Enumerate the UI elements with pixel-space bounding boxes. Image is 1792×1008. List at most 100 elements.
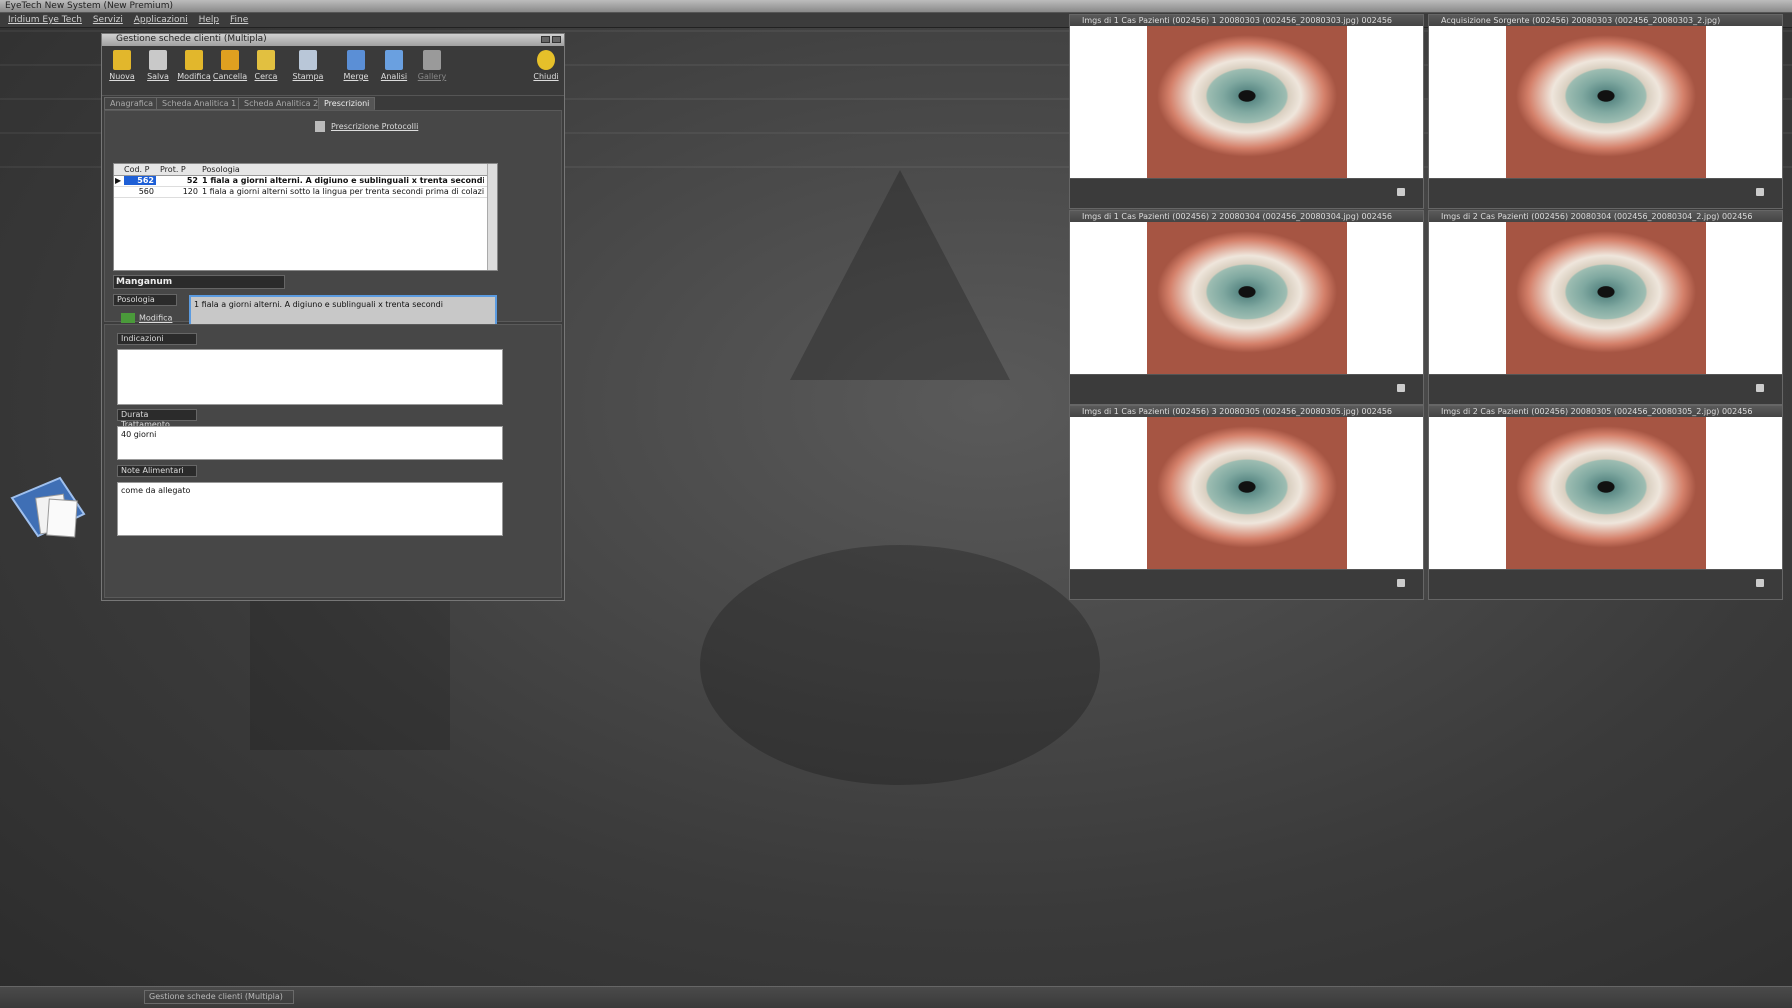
- gallery-button[interactable]: Gallery: [414, 50, 450, 81]
- lock-icon[interactable]: [1397, 188, 1405, 196]
- menu-iridium[interactable]: Iridium Eye Tech: [8, 15, 82, 25]
- tab-scheda-analitica-1[interactable]: Scheda Analitica 1: [156, 97, 243, 110]
- iris-image-pane[interactable]: Imgs di 1 Cas Pazienti (002456) 2 200803…: [1069, 210, 1424, 405]
- tab-scheda-analitica-2[interactable]: Scheda Analitica 2: [238, 97, 325, 110]
- gallery-icon: [423, 50, 441, 70]
- iris-image-pane[interactable]: Imgs di 2 Cas Pazienti (002456) 20080305…: [1428, 405, 1783, 600]
- client-records-window: Gestione schede clienti (Multipla) Nuova…: [101, 33, 565, 601]
- delete-button[interactable]: Cancella: [212, 50, 248, 81]
- pane-footer: [1429, 374, 1782, 404]
- table-scrollbar[interactable]: [487, 164, 497, 270]
- analysis-icon: [385, 50, 403, 70]
- pane-footer: [1070, 569, 1423, 599]
- search-icon: [257, 50, 275, 70]
- note-field[interactable]: come da allegato: [117, 482, 503, 536]
- background-ellipse: [700, 545, 1100, 785]
- durata-label: Durata Trattamento: [117, 409, 197, 429]
- analysis-button[interactable]: Analisi: [376, 50, 412, 81]
- pane-titlebar: Imgs di 2 Cas Pazienti (002456) 20080305…: [1429, 406, 1782, 417]
- tab-prescrizioni[interactable]: Prescrizioni: [318, 97, 376, 110]
- tab-bar: Anagrafica Scheda Analitica 1 Scheda Ana…: [102, 96, 564, 110]
- cell-posologia: 1 fiala a giorni alterni sotto la lingua…: [202, 187, 484, 196]
- tools-icon: [315, 121, 325, 132]
- close-button[interactable]: Chiudi: [528, 50, 564, 81]
- prescription-protocols-link[interactable]: Prescrizione Protocolli: [315, 121, 418, 132]
- eye-photo: [1147, 26, 1347, 178]
- lock-icon[interactable]: [1756, 188, 1764, 196]
- lock-icon[interactable]: [1397, 579, 1405, 587]
- pane-titlebar: Imgs di 2 Cas Pazienti (002456) 20080304…: [1429, 211, 1782, 222]
- status-task[interactable]: Gestione schede clienti (Multipla): [144, 990, 294, 1004]
- background-triangle: [790, 170, 1010, 380]
- new-button[interactable]: Nuova: [104, 50, 140, 81]
- print-button[interactable]: Stampa: [290, 50, 326, 81]
- menu-servizi[interactable]: Servizi: [93, 15, 123, 25]
- product-name: Manganum: [113, 275, 285, 289]
- indicazioni-field[interactable]: [117, 349, 503, 405]
- iris-image: [1429, 417, 1782, 569]
- iris-image-pane[interactable]: Acquisizione Sorgente (002456) 20080303 …: [1428, 14, 1783, 209]
- eye-photo: [1147, 417, 1347, 569]
- column-posologia[interactable]: Posologia: [202, 165, 240, 174]
- modify-button[interactable]: Modifica: [121, 313, 172, 323]
- table-row[interactable]: 560 120 1 fiala a giorni alterni sotto l…: [114, 187, 497, 198]
- pane-footer: [1070, 374, 1423, 404]
- cell-posologia: 1 fiala a giorni alterni. A digiuno e su…: [202, 176, 484, 185]
- lock-icon[interactable]: [1756, 384, 1764, 392]
- iris-image: [1070, 26, 1423, 178]
- window-minimize-button[interactable]: [541, 36, 550, 43]
- column-prot[interactable]: Prot. P: [160, 165, 186, 174]
- cell-prot: 52: [186, 176, 198, 185]
- row-selector: ▶: [115, 176, 122, 185]
- iris-image-pane[interactable]: Imgs di 1 Cas Pazienti (002456) 3 200803…: [1069, 405, 1424, 600]
- toolbar: Nuova Salva Modifica Cancella Cerca Stam…: [102, 46, 564, 96]
- iris-image-pane[interactable]: Imgs di 2 Cas Pazienti (002456) 20080304…: [1428, 210, 1783, 405]
- desktop-documents-icon[interactable]: [8, 470, 88, 550]
- menu-fine[interactable]: Fine: [230, 15, 248, 25]
- window-title: Gestione schede clienti (Multipla): [116, 34, 267, 44]
- cell-cod: 560: [138, 187, 154, 196]
- table-row[interactable]: ▶ 562 52 1 fiala a giorni alterni. A dig…: [114, 176, 497, 187]
- app-title: EyeTech New System (New Premium): [5, 1, 174, 11]
- column-cod[interactable]: Cod. P: [124, 165, 149, 174]
- pane-footer: [1429, 569, 1782, 599]
- table-header: Cod. P Prot. P Posologia: [114, 164, 497, 176]
- iris-image-pane[interactable]: Imgs di 1 Cas Pazienti (002456) 1 200803…: [1069, 14, 1424, 209]
- eye-photo: [1506, 222, 1706, 374]
- delete-icon: [221, 50, 239, 70]
- pane-footer: [1070, 178, 1423, 208]
- search-button[interactable]: Cerca: [248, 50, 284, 81]
- edit-icon: [185, 50, 203, 70]
- menu-help[interactable]: Help: [199, 15, 220, 25]
- merge-icon: [347, 50, 365, 70]
- status-bar: Gestione schede clienti (Multipla): [0, 986, 1792, 1008]
- iris-image: [1070, 222, 1423, 374]
- lock-icon[interactable]: [1756, 579, 1764, 587]
- app-titlebar: EyeTech New System (New Premium): [0, 0, 1792, 13]
- iris-image: [1429, 26, 1782, 178]
- pane-titlebar: Imgs di 1 Cas Pazienti (002456) 2 200803…: [1070, 211, 1423, 222]
- iris-image: [1070, 417, 1423, 569]
- durata-field[interactable]: 40 giorni: [117, 426, 503, 460]
- window-close-button[interactable]: [552, 36, 561, 43]
- pane-titlebar: Acquisizione Sorgente (002456) 20080303 …: [1429, 15, 1782, 26]
- save-button[interactable]: Salva: [140, 50, 176, 81]
- pane-footer: [1429, 178, 1782, 208]
- window-titlebar: Gestione schede clienti (Multipla): [102, 34, 564, 46]
- prescription-panel: Prescrizione Protocolli Cod. P Prot. P P…: [104, 110, 562, 331]
- close-icon: [537, 50, 555, 70]
- eye-photo: [1506, 417, 1706, 569]
- lock-icon[interactable]: [1397, 384, 1405, 392]
- indicazioni-label: Indicazioni: [117, 333, 197, 345]
- modify-icon: [121, 313, 135, 323]
- cell-cod: 562: [124, 176, 156, 185]
- tab-anagrafica[interactable]: Anagrafica: [104, 97, 160, 110]
- details-panel: Indicazioni Durata Trattamento 40 giorni…: [104, 324, 562, 598]
- eye-photo: [1147, 222, 1347, 374]
- eye-photo: [1506, 26, 1706, 178]
- edit-button[interactable]: Modifica: [176, 50, 212, 81]
- posologia-label: Posologia: [113, 294, 177, 306]
- prescriptions-table: Cod. P Prot. P Posologia ▶ 562 52 1 fial…: [113, 163, 498, 271]
- merge-button[interactable]: Merge: [338, 50, 374, 81]
- menu-applicazioni[interactable]: Applicazioni: [134, 15, 188, 25]
